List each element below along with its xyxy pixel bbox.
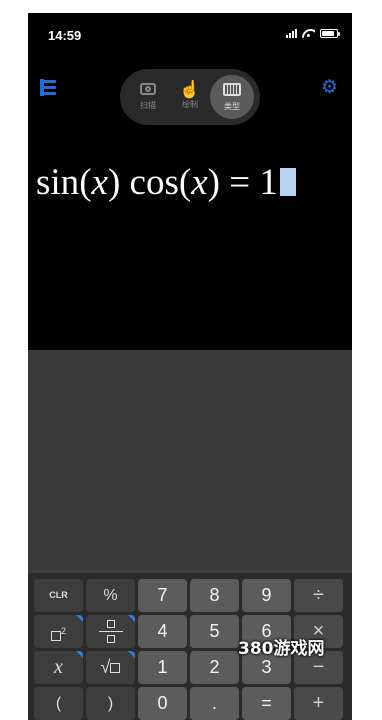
more-options-corner xyxy=(128,615,135,622)
digit-5-key[interactable]: 5 xyxy=(190,615,239,648)
mode-scan-button[interactable]: 扫描 xyxy=(126,75,170,119)
formula-display[interactable]: 扫描 ☝ 绘制 类型 ⚙ sin(x) cos(x) = 1 xyxy=(28,55,352,350)
variable-x-label: x xyxy=(54,656,63,678)
square-key[interactable]: 2 xyxy=(34,615,83,648)
percent-key[interactable]: % xyxy=(86,579,135,612)
text-cursor xyxy=(279,168,296,196)
mode-draw-label: 绘制 xyxy=(182,100,198,109)
placeholder-box-icon xyxy=(50,631,61,642)
more-options-corner xyxy=(76,651,83,658)
more-options-corner xyxy=(128,651,135,658)
digit-4-key[interactable]: 4 xyxy=(138,615,187,648)
fraction-key[interactable] xyxy=(86,615,135,648)
mode-switch: 扫描 ☝ 绘制 类型 xyxy=(120,69,260,125)
camera-icon xyxy=(140,83,156,95)
digit-2-key[interactable]: 2 xyxy=(190,651,239,684)
mode-draw-button[interactable]: ☝ 绘制 xyxy=(168,75,212,119)
formula-paren: ( xyxy=(79,162,92,203)
formula-variable: x xyxy=(91,162,108,203)
formula-rhs: 1 xyxy=(259,162,278,203)
wifi-icon xyxy=(302,28,315,38)
status-icons xyxy=(286,28,340,38)
mode-type-button[interactable]: 类型 xyxy=(210,75,254,119)
divide-key[interactable]: ÷ xyxy=(294,579,343,612)
digit-7-key[interactable]: 7 xyxy=(138,579,187,612)
hand-icon: ☝ xyxy=(179,80,201,99)
digit-0-key[interactable]: 0 xyxy=(138,687,187,720)
clear-key[interactable]: CLR xyxy=(34,579,83,612)
variable-x-key[interactable]: x xyxy=(34,651,83,684)
formula-paren: ) xyxy=(207,162,220,203)
digit-1-key[interactable]: 1 xyxy=(138,651,187,684)
battery-icon xyxy=(320,28,340,38)
digit-9-key[interactable]: 9 xyxy=(242,579,291,612)
formula-variable: x xyxy=(191,162,208,203)
decimal-point-key[interactable]: . xyxy=(190,687,239,720)
fraction-icon xyxy=(98,619,123,644)
phone-screen: 14:59 扫描 ☝ 绘制 类型 ⚙ sin(x) cos(x) = 1 CLR… xyxy=(28,13,352,720)
battery-fill xyxy=(322,30,334,36)
plus-key[interactable]: + xyxy=(294,687,343,720)
mode-scan-label: 扫描 xyxy=(140,101,156,110)
formula-function: cos xyxy=(129,162,179,203)
close-paren-key[interactable]: ) xyxy=(86,687,135,720)
sqrt-key[interactable]: √ xyxy=(86,651,135,684)
more-options-corner xyxy=(76,615,83,622)
signal-icon xyxy=(286,28,297,38)
keyboard-icon xyxy=(223,83,241,96)
placeholder-box-icon xyxy=(110,663,121,674)
status-bar: 14:59 xyxy=(28,13,352,55)
watermark: 380游戏网 xyxy=(238,639,325,659)
status-time: 14:59 xyxy=(48,28,82,43)
formula-function: sin xyxy=(36,162,80,203)
open-paren-key[interactable]: ( xyxy=(34,687,83,720)
gear-icon[interactable]: ⚙ xyxy=(321,78,338,97)
formula-input[interactable]: sin(x) cos(x) = 1 xyxy=(36,159,296,207)
equals-key[interactable]: = xyxy=(242,687,291,720)
mode-type-label: 类型 xyxy=(224,102,240,111)
menu-icon[interactable] xyxy=(40,79,56,96)
formula-equals: = xyxy=(229,162,251,203)
formula-paren: ) xyxy=(107,162,121,203)
digit-8-key[interactable]: 8 xyxy=(190,579,239,612)
formula-paren: ( xyxy=(178,162,192,203)
